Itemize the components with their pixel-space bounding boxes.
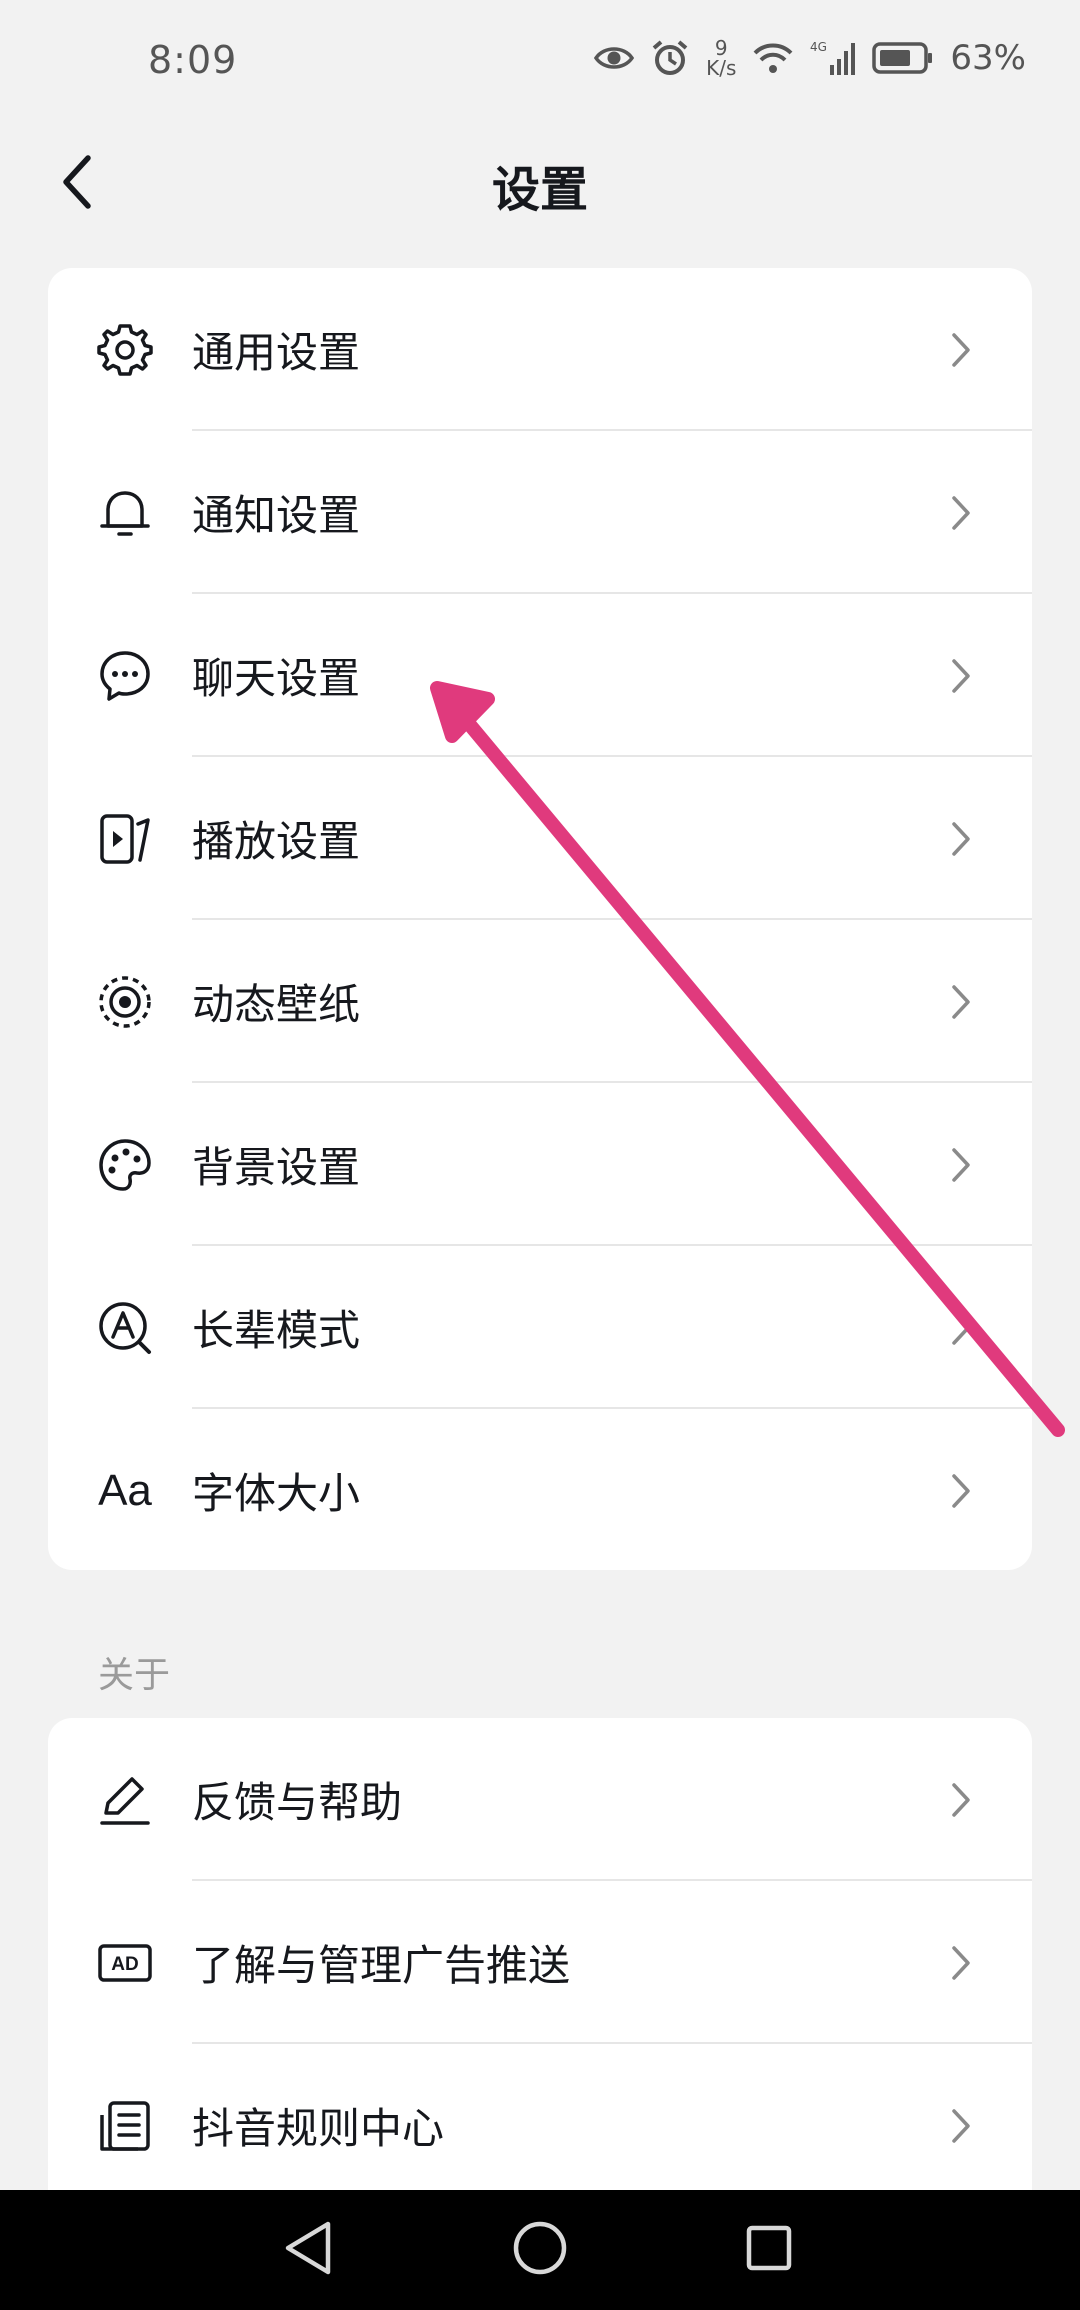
settings-item-label: 背景设置 — [192, 1143, 361, 1192]
ad-icon: AD — [94, 1932, 156, 1994]
chevron-right-icon — [946, 330, 976, 370]
bell-icon — [94, 482, 156, 544]
status-icons: 9 K/s 4G 63% — [594, 38, 1026, 78]
about-item-feedback[interactable]: 反馈与帮助 — [48, 1718, 1032, 1881]
settings-item-notification[interactable]: 通知设置 — [48, 431, 1032, 594]
alarm-icon — [650, 38, 690, 78]
settings-item-label: 字体大小 — [192, 1469, 361, 1518]
font-size-icon-text: Aa — [98, 1465, 152, 1515]
settings-card: 通用设置 通知设置 聊天设置 播放设置 动态壁纸 背景设置 长辈模式 Aa 字体… — [48, 268, 1032, 1570]
chevron-right-icon — [946, 1308, 976, 1348]
settings-item-playback[interactable]: 播放设置 — [48, 757, 1032, 920]
network-type: 4G — [810, 40, 827, 54]
about-item-rules[interactable]: 抖音规则中心 — [48, 2044, 1032, 2207]
navigation-bar — [0, 2190, 1080, 2310]
settings-item-chat[interactable]: 聊天设置 — [48, 594, 1032, 757]
page-title: 设置 — [491, 162, 588, 218]
live-wallpaper-icon — [94, 971, 156, 1033]
nav-recent-apps-button[interactable] — [733, 2214, 805, 2286]
settings-item-background[interactable]: 背景设置 — [48, 1083, 1032, 1246]
status-time: 8:09 — [148, 38, 238, 82]
chevron-right-icon — [946, 1780, 976, 1820]
settings-item-label: 播放设置 — [192, 817, 361, 866]
circle-home-icon — [510, 2218, 570, 2282]
settings-item-elder-mode[interactable]: 长辈模式 — [48, 1246, 1032, 1409]
settings-item-label: 长辈模式 — [192, 1306, 361, 1355]
triangle-back-icon — [280, 2218, 336, 2282]
chat-bubble-icon — [94, 645, 156, 707]
chevron-right-icon — [946, 982, 976, 1022]
chevron-right-icon — [946, 1943, 976, 1983]
status-bar: 8:09 9 K/s 4G 63% — [0, 0, 1080, 128]
ad-icon-text: AD — [111, 1954, 138, 1975]
settings-item-general[interactable]: 通用设置 — [48, 268, 1032, 431]
title-bar: 设置 — [0, 128, 1080, 240]
play-panel-icon — [94, 808, 156, 870]
elder-mode-icon — [94, 1297, 156, 1359]
chevron-right-icon — [946, 1145, 976, 1185]
font-size-icon: Aa — [94, 1460, 156, 1522]
about-card: 反馈与帮助 AD 了解与管理广告推送 抖音规则中心 — [48, 1718, 1032, 2238]
signal-icon: 4G — [810, 39, 856, 77]
chevron-right-icon — [946, 493, 976, 533]
nav-back-button[interactable] — [272, 2214, 344, 2286]
about-item-label: 抖音规则中心 — [192, 2104, 445, 2153]
net-speed: 9 K/s — [706, 38, 736, 78]
wifi-icon — [752, 41, 794, 75]
net-speed-value: 9 — [714, 36, 728, 60]
settings-item-label: 通知设置 — [192, 491, 361, 540]
chevron-right-icon — [946, 1471, 976, 1511]
section-label-about: 关于 — [98, 1655, 171, 1696]
chevron-right-icon — [946, 2106, 976, 2146]
settings-item-font-size[interactable]: Aa 字体大小 — [48, 1409, 1032, 1570]
settings-item-live-wallpaper[interactable]: 动态壁纸 — [48, 920, 1032, 1083]
chevron-right-icon — [946, 656, 976, 696]
net-speed-unit: K/s — [706, 56, 737, 80]
battery-icon — [872, 41, 934, 75]
pen-icon — [94, 1769, 156, 1831]
palette-icon — [94, 1134, 156, 1196]
chevron-right-icon — [946, 819, 976, 859]
about-item-label: 了解与管理广告推送 — [192, 1941, 571, 1990]
battery-percentage: 63% — [950, 38, 1026, 78]
about-item-ads[interactable]: AD 了解与管理广告推送 — [48, 1881, 1032, 2044]
settings-item-label: 动态壁纸 — [192, 980, 361, 1029]
document-icon — [94, 2095, 156, 2157]
nav-home-button[interactable] — [504, 2214, 576, 2286]
settings-item-label: 聊天设置 — [192, 654, 361, 703]
about-item-label: 反馈与帮助 — [192, 1778, 403, 1827]
square-recent-icon — [741, 2220, 797, 2280]
eye-icon — [594, 43, 635, 73]
gear-icon — [94, 319, 156, 381]
settings-item-label: 通用设置 — [192, 328, 361, 377]
